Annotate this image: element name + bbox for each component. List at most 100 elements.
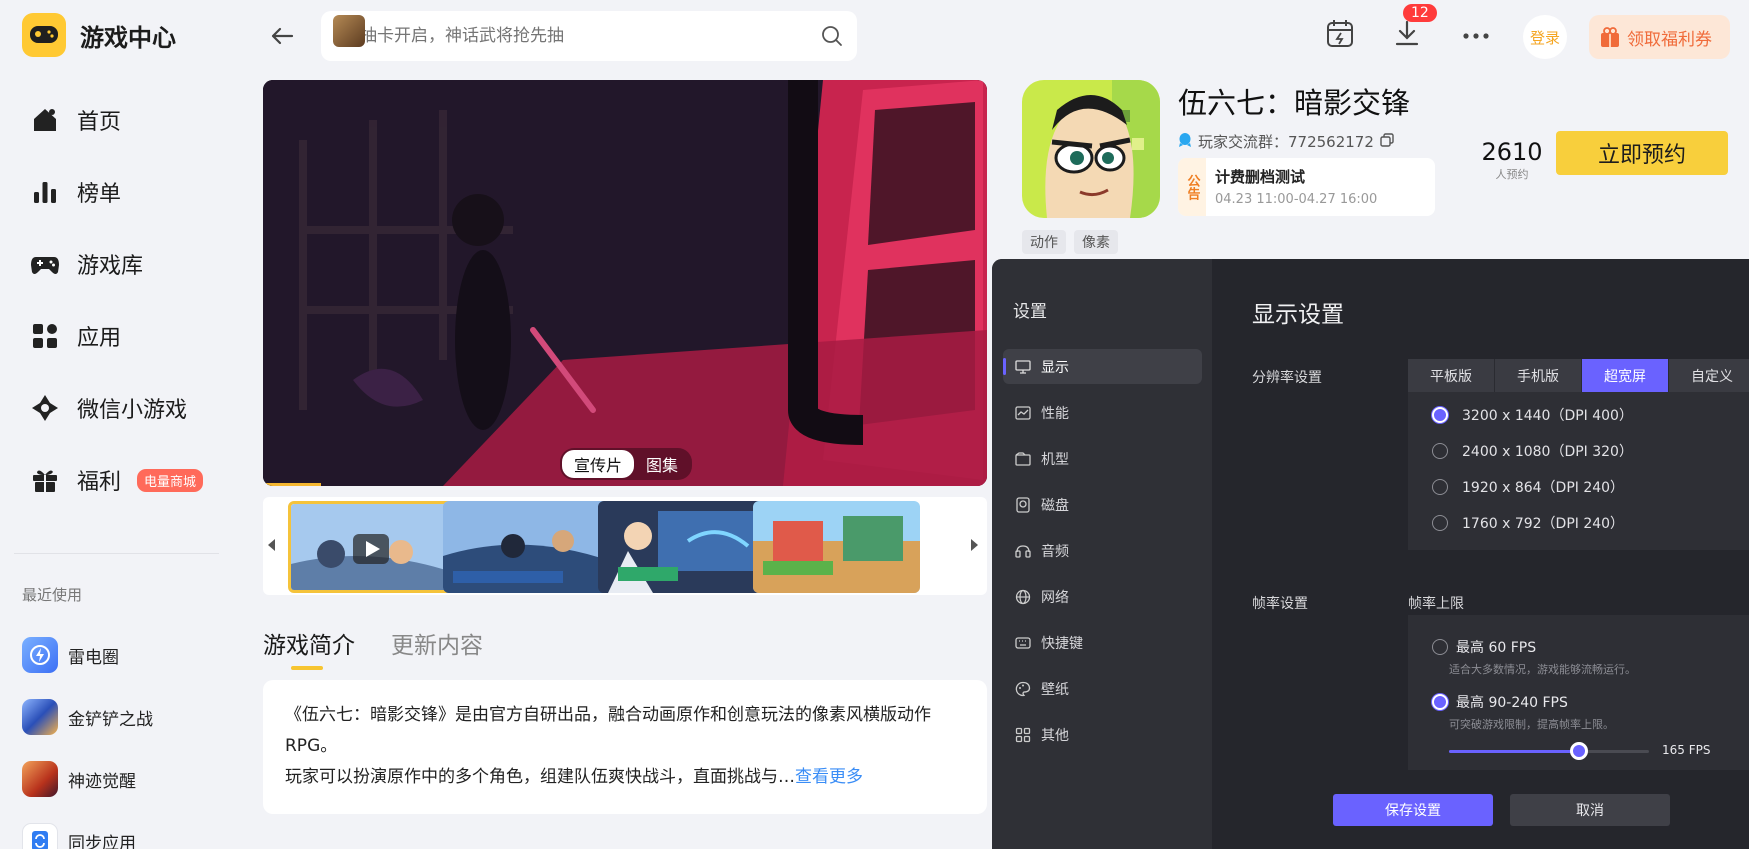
nav-label: 榜单 (77, 182, 122, 207)
download-icon[interactable] (1394, 18, 1420, 52)
nav-item-home[interactable]: 首页 (28, 84, 203, 156)
back-arrow-icon[interactable] (268, 22, 298, 50)
fps-options: 最高 60 FPS 适合大多数情况，游戏能够流畅运行。 最高 90-240 FP… (1408, 615, 1749, 770)
settings-item-device[interactable]: 机型 (1003, 441, 1202, 476)
tab-intro[interactable]: 游戏简介 (263, 626, 355, 670)
nav-item-mini-games[interactable]: 微信小游戏 (28, 372, 203, 444)
announcement-time: 04.23 11:00-04.27 16:00 (1215, 192, 1378, 207)
media-thumbnail[interactable] (443, 501, 610, 593)
fps-limit-label: 帧率上限 (1408, 596, 1464, 612)
radio[interactable] (1432, 443, 1448, 459)
media-thumbnail[interactable] (753, 501, 920, 593)
resolution-tab-phone[interactable]: 手机版 (1495, 359, 1582, 392)
recent-item[interactable]: 雷电圈 (22, 624, 153, 686)
nav-item-game-library[interactable]: 游戏库 (28, 228, 203, 300)
settings-sidebar: 设置 显示 性能 机型 磁盘 音频 网络 快捷键 壁纸 其他 (992, 259, 1212, 849)
settings-item-shortcuts[interactable]: 快捷键 (1003, 625, 1202, 660)
fps-slider[interactable] (1449, 742, 1649, 760)
radio[interactable] (1432, 639, 1448, 655)
search-bar[interactable] (321, 11, 857, 61)
media-thumbnail[interactable] (598, 501, 765, 593)
settings-item-network[interactable]: 网络 (1003, 579, 1202, 614)
gift-icon (28, 463, 62, 497)
game-tag[interactable]: 像素 (1074, 230, 1118, 254)
home-icon (28, 103, 62, 137)
device-icon (1015, 451, 1031, 466)
more-icon[interactable] (1463, 26, 1489, 45)
fps-slider-fill (1449, 750, 1579, 753)
chevron-left-icon[interactable] (265, 533, 281, 557)
recent-label: 同步应用 (68, 833, 136, 849)
disk-icon (1016, 496, 1030, 513)
search-icon[interactable] (821, 25, 843, 51)
tab-gallery[interactable]: 图集 (634, 450, 690, 478)
settings-item-label: 音频 (1041, 543, 1069, 560)
fps-option-desc: 适合大多数情况，游戏能够流畅运行。 (1449, 663, 1636, 676)
media-thumbnail[interactable] (288, 501, 455, 593)
recent-item[interactable]: 神迹觉醒 (22, 748, 153, 810)
apps-icon (28, 319, 62, 353)
resolution-tab-tablet[interactable]: 平板版 (1408, 359, 1495, 392)
resolution-option[interactable]: 3200 x 1440（DPI 400） (1432, 405, 1633, 425)
resolution-tab-custom[interactable]: 自定义 (1669, 359, 1749, 392)
login-button[interactable]: 登录 (1523, 15, 1567, 59)
copy-icon[interactable] (1380, 132, 1394, 151)
recent-list: 雷电圈 金铲铲之战 神迹觉醒 同步应用 (22, 624, 153, 849)
game-tag[interactable]: 动作 (1022, 230, 1066, 254)
calendar-icon[interactable] (1326, 18, 1354, 52)
resolution-options: 3200 x 1440（DPI 400） 2400 x 1080（DPI 320… (1408, 392, 1749, 550)
resolution-label: 分辨率设置 (1252, 370, 1322, 386)
nav-item-welfare[interactable]: 福利 电量商城 (28, 444, 204, 516)
description-text: 玩家可以扮演原作中的多个角色，组建队伍爽快战斗，直面挑战与… (285, 767, 795, 787)
resolution-value: 1760 x 792（DPI 240） (1462, 516, 1625, 532)
game-description: 《伍六七：暗影交锋》是由官方自研出品，融合动画原作和创意玩法的像素风横版动作RP… (263, 680, 987, 814)
resolution-value: 3200 x 1440（DPI 400） (1462, 408, 1633, 424)
settings-item-audio[interactable]: 音频 (1003, 533, 1202, 568)
cancel-button[interactable]: 取消 (1510, 794, 1670, 826)
settings-item-other[interactable]: 其他 (1003, 717, 1202, 752)
hero-media-tabs: 宣传片 图集 (560, 448, 693, 480)
radio[interactable] (1432, 515, 1448, 531)
gift-bag-icon (1599, 26, 1621, 48)
settings-item-display[interactable]: 显示 (1003, 349, 1202, 384)
promo-video[interactable]: 宣传片 图集 (263, 80, 987, 486)
resolution-option[interactable]: 2400 x 1080（DPI 320） (1432, 441, 1633, 461)
settings-item-performance[interactable]: 性能 (1003, 395, 1202, 430)
announcement-card[interactable]: 公告 计费删档测试 04.23 11:00-04.27 16:00 (1178, 158, 1435, 216)
reserve-now-button[interactable]: 立即预约 (1556, 131, 1728, 175)
chevron-right-icon[interactable] (969, 533, 985, 557)
resolution-option[interactable]: 1760 x 792（DPI 240） (1432, 513, 1624, 533)
settings-item-wallpaper[interactable]: 壁纸 (1003, 671, 1202, 706)
network-icon (1015, 589, 1031, 604)
app-logo[interactable]: 游戏中心 (22, 13, 176, 57)
fps-option[interactable]: 最高 90-240 FPS 可突破游戏限制，提高帧率上限。 (1432, 692, 1614, 732)
radio-selected[interactable] (1432, 694, 1448, 710)
settings-item-label: 性能 (1041, 405, 1069, 422)
resolution-option[interactable]: 1920 x 864（DPI 240） (1432, 477, 1624, 497)
recent-item[interactable]: 同步应用 (22, 810, 153, 849)
mall-badge[interactable]: 电量商城 (137, 468, 204, 492)
fps-slider-handle[interactable] (1570, 742, 1588, 760)
search-input[interactable] (343, 26, 763, 46)
other-icon (1015, 727, 1031, 742)
tab-trailer[interactable]: 宣传片 (562, 450, 635, 478)
claim-coupon-button[interactable]: 领取福利券 (1589, 15, 1730, 59)
content-tabs: 游戏简介 更新内容 (263, 626, 519, 670)
video-frame (263, 80, 987, 486)
settings-item-disk[interactable]: 磁盘 (1003, 487, 1202, 522)
radio-selected[interactable] (1432, 407, 1448, 423)
resolution-tab-ultrawide[interactable]: 超宽屏 (1582, 359, 1669, 392)
nav-item-apps[interactable]: 应用 (28, 300, 203, 372)
sync-app-icon (22, 823, 58, 849)
mini-game-icon (28, 391, 62, 425)
tab-updates[interactable]: 更新内容 (391, 626, 483, 660)
nav-item-ranking[interactable]: 榜单 (28, 156, 203, 228)
settings-title: 设置 (1013, 302, 1047, 322)
radio[interactable] (1432, 479, 1448, 495)
recent-item[interactable]: 金铲铲之战 (22, 686, 153, 748)
fps-option[interactable]: 最高 60 FPS 适合大多数情况，游戏能够流畅运行。 (1432, 637, 1636, 677)
save-settings-button[interactable]: 保存设置 (1333, 794, 1493, 826)
settings-item-label: 壁纸 (1041, 681, 1069, 698)
see-more-link[interactable]: 查看更多 (795, 767, 863, 787)
settings-item-label: 网络 (1041, 589, 1069, 606)
